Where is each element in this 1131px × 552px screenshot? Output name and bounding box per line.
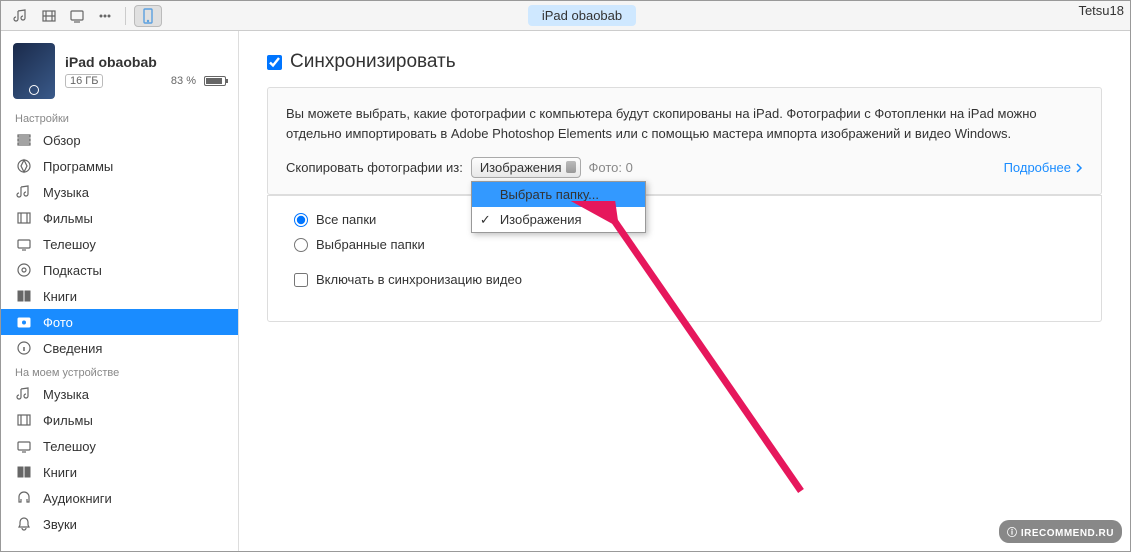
copy-from-label: Скопировать фотографии из:	[286, 160, 463, 175]
nav-apps[interactable]: Программы	[1, 153, 238, 179]
more-link[interactable]: Подробнее	[1004, 160, 1083, 175]
separator	[125, 7, 126, 25]
watermark-top: Tetsu18	[1078, 3, 1124, 18]
section-header-settings: Настройки	[1, 107, 238, 127]
tv-icon	[15, 437, 33, 455]
nav-label: Аудиокниги	[43, 491, 112, 506]
capacity-badge: 16 ГБ	[65, 74, 103, 88]
tv-library-icon[interactable]	[65, 5, 89, 27]
nav-summary[interactable]: Обзор	[1, 127, 238, 153]
nav-music[interactable]: Музыка	[1, 179, 238, 205]
toolbar: iPad obaobab	[1, 1, 1130, 31]
battery-percent: 83 %	[171, 75, 196, 87]
nav-label: Телешоу	[43, 237, 96, 252]
nav-label: Телешоу	[43, 439, 96, 454]
books-icon	[15, 463, 33, 481]
nav-books[interactable]: Книги	[1, 283, 238, 309]
nav-tvshows[interactable]: Телешоу	[1, 231, 238, 257]
nav-label: Программы	[43, 159, 113, 174]
radio-label: Все папки	[316, 212, 376, 227]
device-header: iPad obaobab 16 ГБ 83 %	[1, 37, 238, 107]
nav-label: Книги	[43, 465, 77, 480]
radio-label: Выбранные папки	[316, 237, 425, 252]
radio-selected-folders[interactable]	[294, 238, 308, 252]
options-panel: Все папки Выбранные папки Включать в син…	[267, 195, 1102, 322]
nav-movies[interactable]: Фильмы	[1, 205, 238, 231]
info-icon	[15, 339, 33, 357]
music-icon	[15, 385, 33, 403]
nav-label: Музыка	[43, 387, 89, 402]
nav-label: Подкасты	[43, 263, 102, 278]
nav-label: Музыка	[43, 185, 89, 200]
music-icon	[15, 183, 33, 201]
apps-icon	[15, 157, 33, 175]
ondevice-audiobooks[interactable]: Аудиокниги	[1, 485, 238, 511]
section-header-on-device: На моем устройстве	[1, 361, 238, 381]
ondevice-music[interactable]: Музыка	[1, 381, 238, 407]
movies-library-icon[interactable]	[37, 5, 61, 27]
tv-icon	[15, 235, 33, 253]
nav-label: Сведения	[43, 341, 102, 356]
more-icon[interactable]	[93, 5, 117, 27]
sidebar: iPad obaobab 16 ГБ 83 % Настройки Обзор …	[1, 31, 239, 551]
nav-photos[interactable]: Фото	[1, 309, 238, 335]
check-icon: ✓	[480, 212, 491, 228]
nav-label: Книги	[43, 289, 77, 304]
checkbox-label: Включать в синхронизацию видео	[316, 272, 522, 287]
bell-icon	[15, 515, 33, 533]
watermark-bottom: ⓘ IRECOMMEND.RU	[999, 520, 1122, 543]
device-pill[interactable]: iPad obaobab	[528, 5, 636, 26]
music-library-icon[interactable]	[9, 5, 33, 27]
summary-icon	[15, 131, 33, 149]
audiobook-icon	[15, 489, 33, 507]
podcasts-icon	[15, 261, 33, 279]
movies-icon	[15, 209, 33, 227]
sync-checkbox[interactable]	[267, 55, 282, 70]
ondevice-tones[interactable]: Звуки	[1, 511, 238, 537]
battery-icon	[204, 76, 226, 86]
camera-icon	[15, 313, 33, 331]
ondevice-books[interactable]: Книги	[1, 459, 238, 485]
dropdown-choose-folder[interactable]: Выбрать папку...	[472, 182, 645, 207]
nav-label: Фильмы	[43, 413, 93, 428]
nav-label: Обзор	[43, 133, 81, 148]
device-name: iPad obaobab	[65, 54, 226, 70]
source-select[interactable]: Изображения	[471, 157, 581, 178]
photo-count: Фото: 0	[589, 160, 633, 175]
device-button[interactable]	[134, 5, 162, 27]
info-panel: Вы можете выбрать, какие фотографии с ко…	[267, 87, 1102, 195]
ondevice-tvshows[interactable]: Телешоу	[1, 433, 238, 459]
nav-label: Звуки	[43, 517, 77, 532]
books-icon	[15, 287, 33, 305]
radio-all-folders[interactable]	[294, 213, 308, 227]
chevron-right-icon	[1075, 163, 1083, 173]
dropdown-images[interactable]: ✓Изображения	[472, 207, 645, 232]
ondevice-movies[interactable]: Фильмы	[1, 407, 238, 433]
device-thumbnail	[13, 43, 55, 99]
checkbox-include-video[interactable]	[294, 273, 308, 287]
description: Вы можете выбрать, какие фотографии с ко…	[286, 104, 1083, 143]
source-dropdown: Выбрать папку... ✓Изображения	[471, 181, 646, 233]
nav-info[interactable]: Сведения	[1, 335, 238, 361]
sync-title: Синхронизировать	[290, 51, 456, 73]
nav-podcasts[interactable]: Подкасты	[1, 257, 238, 283]
movies-icon	[15, 411, 33, 429]
nav-label: Фильмы	[43, 211, 93, 226]
nav-label: Фото	[43, 315, 73, 330]
main-content: Синхронизировать Вы можете выбрать, каки…	[239, 31, 1130, 551]
